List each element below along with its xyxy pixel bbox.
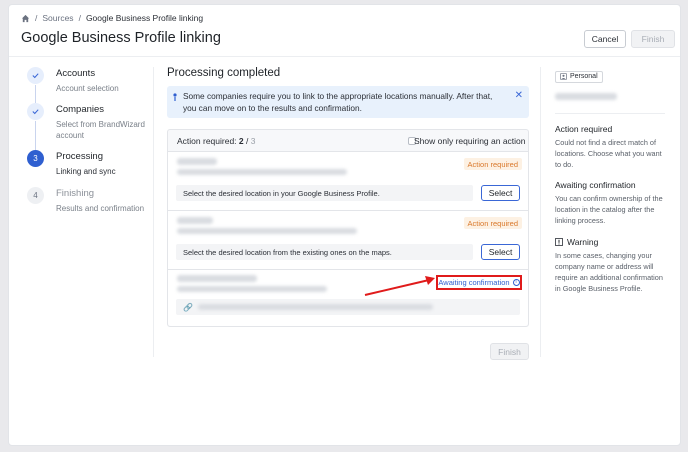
status-badge: Action required [463, 217, 522, 229]
step-title: Finishing [56, 188, 95, 199]
help-text: You can confirm ownership of the locatio… [555, 194, 663, 225]
list-item: Awaiting confirmation i 🔗 [168, 270, 528, 326]
filter-label[interactable]: Show only requiring an action [414, 136, 526, 146]
count-separator: / [246, 135, 249, 146]
warning-icon [555, 238, 563, 246]
step-connector [35, 121, 36, 150]
step-number: 4 [27, 187, 44, 204]
select-button[interactable]: Select [481, 244, 520, 260]
close-icon[interactable]: ✕ [515, 90, 523, 102]
step-connector [35, 85, 36, 103]
finish-button-disabled[interactable]: Finish [490, 343, 529, 360]
list-item: Action required Select the desired locat… [168, 211, 528, 270]
help-title: Warning [567, 237, 599, 247]
divider [540, 67, 541, 357]
section-heading: Processing completed [167, 67, 281, 79]
breadcrumb-sources[interactable]: Sources [42, 13, 73, 23]
breadcrumb-separator: / [35, 13, 38, 23]
step-finishing: 4 Finishing Results and confirmation [27, 187, 147, 231]
stepper: Accounts Account selection Companies Sel… [27, 67, 147, 231]
help-text: In some cases, changing your company nam… [555, 251, 663, 293]
breadcrumb-separator: / [78, 13, 81, 23]
action-required-total: 3 [250, 135, 256, 146]
help-text: Could not find a direct match of locatio… [555, 138, 662, 169]
breadcrumb: / Sources / Google Business Profile link… [21, 13, 203, 23]
user-icon [560, 73, 567, 80]
info-icon [173, 93, 177, 101]
check-icon [27, 103, 44, 120]
list-item: Action required Select the desired locat… [168, 152, 528, 211]
finish-button-disabled[interactable]: Finish [631, 30, 675, 48]
companies-panel: Action required: 2 / 3 Show only requiri… [167, 129, 529, 327]
divider [153, 67, 154, 357]
action-required-label: Action required: [177, 135, 237, 146]
step-number: 3 [27, 150, 44, 167]
action-required-count: 2 [238, 135, 244, 146]
awaiting-confirmation-badge[interactable]: Awaiting confirmation i [436, 275, 522, 290]
breadcrumb-current: Google Business Profile linking [85, 13, 204, 23]
link-icon: 🔗 [183, 303, 193, 312]
select-button[interactable]: Select [481, 185, 520, 201]
instruction-bar: Select the desired location from the exi… [176, 244, 473, 260]
company-address-redacted [177, 228, 357, 234]
step-title: Companies [56, 104, 105, 115]
company-name-redacted [177, 217, 213, 224]
step-title: Accounts [56, 68, 96, 79]
home-icon[interactable] [21, 14, 30, 23]
step-companies: Companies Select from BrandWizard accoun… [27, 103, 147, 150]
step-accounts: Accounts Account selection [27, 67, 147, 103]
help-title: Awaiting confirmation [555, 180, 636, 190]
info-text: Some companies require you to link to th… [183, 91, 493, 113]
top-bar: / Sources / Google Business Profile link… [9, 5, 680, 57]
step-subtitle: Account selection [56, 84, 119, 93]
annotation-arrow-icon [364, 276, 435, 296]
info-banner: Some companies require you to link to th… [167, 86, 529, 118]
company-address-redacted [177, 169, 347, 175]
page-title: Google Business Profile linking [21, 30, 221, 46]
step-subtitle: Select from BrandWizard account [56, 120, 145, 140]
check-icon [27, 67, 44, 84]
step-title: Processing [56, 151, 103, 162]
company-name-redacted [177, 158, 217, 165]
divider [555, 113, 665, 114]
company-address-redacted [177, 286, 327, 292]
help-title: Action required [555, 124, 613, 134]
instruction-bar: Select the desired location in your Goog… [176, 185, 473, 201]
personal-badge: Personal [555, 70, 603, 83]
help-sidebar: Personal Action required Could not find … [555, 67, 665, 294]
warning-heading: Warning [555, 237, 665, 247]
step-subtitle: Linking and sync [56, 167, 116, 176]
cancel-button[interactable]: Cancel [584, 30, 626, 48]
link-bar: 🔗 [176, 299, 520, 315]
step-subtitle: Results and confirmation [56, 204, 145, 213]
main-content: Processing completed Some companies requ… [167, 67, 529, 360]
info-icon: i [512, 279, 520, 286]
link-url-redacted [198, 304, 433, 310]
app-window: / Sources / Google Business Profile link… [8, 4, 681, 446]
company-name-redacted [177, 275, 257, 282]
step-processing: 3 Processing Linking and sync [27, 150, 147, 187]
status-badge: Awaiting confirmation [438, 278, 510, 287]
panel-header: Action required: 2 / 3 Show only requiri… [168, 130, 528, 152]
status-badge: Action required [463, 158, 522, 170]
account-name-redacted [555, 93, 617, 100]
